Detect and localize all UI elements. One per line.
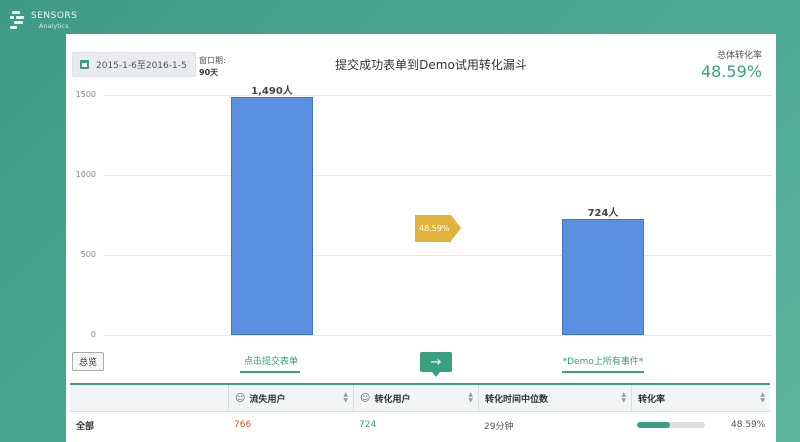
row-name: 全部: [76, 421, 95, 432]
step-2-underline: [562, 371, 644, 373]
header-blank: [70, 385, 228, 411]
date-range-text: 2015-1-6至2016-1-5: [96, 61, 187, 71]
header-converted-label: 转化用户: [374, 394, 411, 405]
sensors-logo: SENSORS Analytics: [10, 10, 77, 32]
y-tick-label: 500: [80, 250, 96, 259]
gridline: [104, 95, 772, 96]
header-median-label: 转化时间中位数: [485, 394, 549, 405]
row-rate-value: 48.59%: [731, 420, 766, 430]
overall-rate-label: 总体转化率: [716, 51, 762, 61]
y-tick-label: 1000: [75, 170, 96, 179]
row-median: 29分钟: [484, 421, 514, 432]
overall-rate-value: 48.59%: [700, 62, 762, 81]
bar-value-label: 1,490人: [251, 85, 293, 97]
table-header: ☺ 流失用户 ▲ ▼ ☺ 转化用户 ▲ ▼ 转化时间中位数 ▲ ▼ 转化率 ▲ ▼: [70, 385, 770, 412]
row-lost[interactable]: 766: [228, 412, 353, 438]
gridline: [104, 175, 772, 176]
sort-icon[interactable]: ▲ ▼: [621, 392, 626, 404]
conversion-rate-tag: 48.59%: [415, 215, 461, 242]
logo-icon: [10, 10, 26, 32]
y-tick-label: 0: [90, 330, 96, 339]
step-1-underline: [240, 371, 300, 373]
table-row: 全部 766 724 29分钟 48.59%: [70, 412, 770, 438]
funnel-panel: 2015-1-6至2016-1-5 窗口期: 90天 提交成功表单到Demo试用…: [66, 34, 776, 442]
sort-icon[interactable]: ▲ ▼: [760, 392, 765, 404]
window-label: 窗口期:: [199, 56, 226, 65]
date-range-picker[interactable]: 2015-1-6至2016-1-5: [72, 52, 196, 77]
overview-button[interactable]: 总览: [72, 352, 104, 371]
header-lost-label: 流失用户: [249, 394, 286, 405]
page-title: 提交成功表单到Demo试用转化漏斗: [335, 58, 527, 72]
header-rate-label: 转化率: [638, 394, 666, 405]
gridline: [104, 335, 772, 336]
logo-sub: Analytics: [39, 22, 69, 30]
rate-progress-fill: [637, 422, 671, 428]
y-tick-label: 1500: [75, 90, 96, 99]
arrow-right-icon[interactable]: →: [420, 352, 452, 377]
rate-progress-bar: [637, 422, 705, 428]
bar-value-label: 724人: [587, 208, 619, 220]
sort-icon[interactable]: ▲ ▼: [343, 392, 348, 404]
header-rate[interactable]: 转化率 ▲ ▼: [631, 385, 770, 411]
gridline: [104, 255, 772, 256]
logo-name: SENSORS: [31, 11, 78, 21]
header-median[interactable]: 转化时间中位数 ▲ ▼: [478, 385, 631, 411]
user-icon: ☺: [235, 392, 246, 404]
window-value: 90天: [199, 68, 219, 77]
user-icon: ☺: [360, 392, 371, 404]
step-2-label[interactable]: *Demo上所有事件*: [558, 354, 648, 367]
header-converted[interactable]: ☺ 转化用户 ▲ ▼: [353, 385, 478, 411]
calendar-icon: [80, 60, 89, 69]
funnel-table: ☺ 流失用户 ▲ ▼ ☺ 转化用户 ▲ ▼ 转化时间中位数 ▲ ▼ 转化率 ▲ ▼ 全部…: [70, 383, 770, 438]
header-lost[interactable]: ☺ 流失用户 ▲ ▼: [228, 385, 353, 411]
funnel-bar[interactable]: [562, 219, 644, 335]
row-rate: 48.59%: [631, 412, 770, 438]
sort-icon[interactable]: ▲ ▼: [468, 392, 473, 404]
step-1-label[interactable]: 点击提交表单: [236, 354, 306, 367]
funnel-bar[interactable]: [231, 96, 313, 335]
row-converted[interactable]: 724: [353, 412, 478, 438]
